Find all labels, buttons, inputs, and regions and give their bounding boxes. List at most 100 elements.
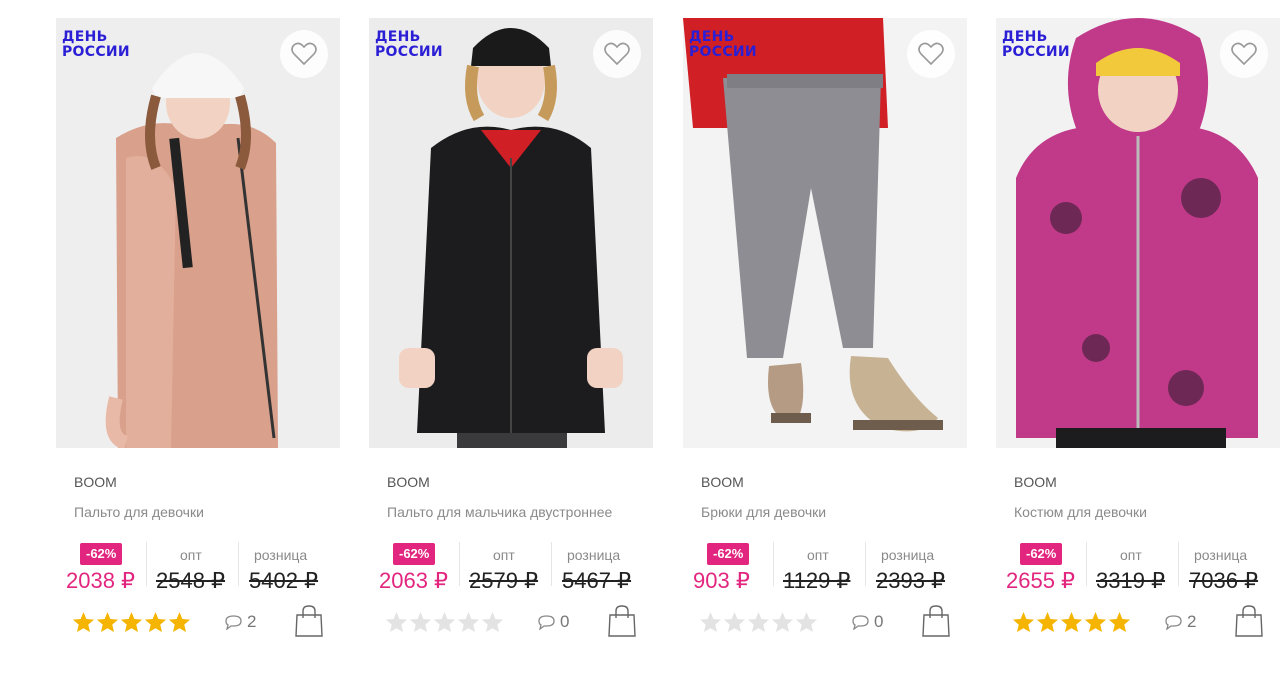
opt-label: опт xyxy=(1120,547,1142,563)
promo-badge: ДЕНЬ РОССИИ xyxy=(62,29,130,60)
comment-icon xyxy=(225,615,242,630)
product-brand[interactable]: BOOM xyxy=(1014,474,1057,490)
discount-badge: -62% xyxy=(707,543,750,565)
heart-icon xyxy=(604,42,630,66)
product-photo xyxy=(996,18,1280,448)
product-name[interactable]: Брюки для девочки xyxy=(701,504,826,520)
comment-icon xyxy=(852,615,869,630)
favorite-button[interactable] xyxy=(280,30,328,78)
star-icon[interactable] xyxy=(1036,611,1059,633)
star-icon[interactable] xyxy=(457,611,480,633)
product-image[interactable]: ДЕНЬ РОССИИ xyxy=(56,18,340,448)
promo-badge: ДЕНЬ РОССИИ xyxy=(689,29,757,60)
star-icon[interactable] xyxy=(433,611,456,633)
star-icon[interactable] xyxy=(1084,611,1107,633)
star-icon[interactable] xyxy=(144,611,167,633)
price: 903 ₽ xyxy=(693,568,750,593)
product-card[interactable]: ДЕНЬ РОССИИ BOOM Костюм для девочки -62% … xyxy=(996,18,1280,668)
product-image[interactable]: ДЕНЬ РОССИИ xyxy=(683,18,967,448)
favorite-button[interactable] xyxy=(593,30,641,78)
comments-count[interactable]: 2 xyxy=(1164,612,1196,632)
comments-count[interactable]: 0 xyxy=(537,612,569,632)
price-opt: 2548 ₽ xyxy=(156,568,226,593)
product-card[interactable]: ДЕНЬ РОССИИ BOOM Брюки для девочки -62% о… xyxy=(683,18,967,668)
star-icon[interactable] xyxy=(699,611,722,633)
opt-label: опт xyxy=(180,547,202,563)
price: 2655 ₽ xyxy=(1006,568,1076,593)
favorite-button[interactable] xyxy=(1220,30,1268,78)
retail-label: розница xyxy=(881,547,935,563)
comment-icon xyxy=(538,615,555,630)
comments-number: 0 xyxy=(560,612,570,631)
product-card[interactable]: ДЕНЬ РОССИИ BOOM Пальто для девочки -62% … xyxy=(56,18,340,668)
star-icon[interactable] xyxy=(1108,611,1131,633)
price-retail: 7036 ₽ xyxy=(1189,568,1259,593)
product-photo xyxy=(56,18,340,448)
star-icon[interactable] xyxy=(747,611,770,633)
product-brand[interactable]: BOOM xyxy=(701,474,744,490)
star-icon[interactable] xyxy=(409,611,432,633)
heart-icon xyxy=(291,42,317,66)
discount-badge: -62% xyxy=(393,543,436,565)
discount-badge: -62% xyxy=(1020,543,1063,565)
price-opt: 2579 ₽ xyxy=(469,568,539,593)
star-icon[interactable] xyxy=(96,611,119,633)
comments-count[interactable]: 2 xyxy=(224,612,256,632)
star-icon[interactable] xyxy=(168,611,191,633)
star-icon[interactable] xyxy=(723,611,746,633)
discount-badge: -62% xyxy=(80,543,123,565)
price-retail: 5402 ₽ xyxy=(249,568,319,593)
favorite-button[interactable] xyxy=(907,30,955,78)
product-name[interactable]: Пальто для мальчика двустроннее xyxy=(387,504,612,520)
comment-icon xyxy=(1165,615,1182,630)
divider xyxy=(146,542,147,586)
promo-badge: ДЕНЬ РОССИИ xyxy=(375,29,443,60)
price: 2038 ₽ xyxy=(66,568,136,593)
product-photo xyxy=(369,18,653,448)
shopping-bag-icon[interactable] xyxy=(921,604,951,638)
product-brand[interactable]: BOOM xyxy=(387,474,430,490)
shopping-bag-icon[interactable] xyxy=(607,604,637,638)
product-name[interactable]: Пальто для девочки xyxy=(74,504,204,520)
star-icon[interactable] xyxy=(1060,611,1083,633)
product-name[interactable]: Костюм для девочки xyxy=(1014,504,1147,520)
comments-count[interactable]: 0 xyxy=(851,612,883,632)
product-card[interactable]: ДЕНЬ РОССИИ BOOM Пальто для мальчика двус… xyxy=(369,18,653,668)
heart-icon xyxy=(1231,42,1257,66)
star-icon[interactable] xyxy=(481,611,504,633)
divider xyxy=(551,542,552,586)
opt-label: опт xyxy=(807,547,829,563)
star-icon[interactable] xyxy=(1012,611,1035,633)
comments-number: 2 xyxy=(1187,612,1197,631)
divider xyxy=(773,542,774,586)
rating-stars[interactable] xyxy=(385,611,504,633)
price-retail: 5467 ₽ xyxy=(562,568,632,593)
divider xyxy=(1178,542,1179,586)
product-brand[interactable]: BOOM xyxy=(74,474,117,490)
heart-icon xyxy=(918,42,944,66)
retail-label: розница xyxy=(1194,547,1248,563)
shopping-bag-icon[interactable] xyxy=(1234,604,1264,638)
rating-stars[interactable] xyxy=(72,611,191,633)
rating-stars[interactable] xyxy=(699,611,818,633)
rating-stars[interactable] xyxy=(1012,611,1131,633)
divider xyxy=(1086,542,1087,586)
product-photo xyxy=(683,18,967,448)
star-icon[interactable] xyxy=(795,611,818,633)
divider xyxy=(865,542,866,586)
price: 2063 ₽ xyxy=(379,568,449,593)
price-opt: 3319 ₽ xyxy=(1096,568,1166,593)
star-icon[interactable] xyxy=(385,611,408,633)
promo-badge: ДЕНЬ РОССИИ xyxy=(1002,29,1070,60)
star-icon[interactable] xyxy=(120,611,143,633)
star-icon[interactable] xyxy=(72,611,95,633)
star-icon[interactable] xyxy=(771,611,794,633)
price-opt: 1129 ₽ xyxy=(783,568,851,593)
opt-label: опт xyxy=(493,547,515,563)
product-image[interactable]: ДЕНЬ РОССИИ xyxy=(369,18,653,448)
shopping-bag-icon[interactable] xyxy=(294,604,324,638)
product-image[interactable]: ДЕНЬ РОССИИ xyxy=(996,18,1280,448)
divider xyxy=(459,542,460,586)
retail-label: розница xyxy=(254,547,308,563)
comments-number: 2 xyxy=(247,612,257,631)
